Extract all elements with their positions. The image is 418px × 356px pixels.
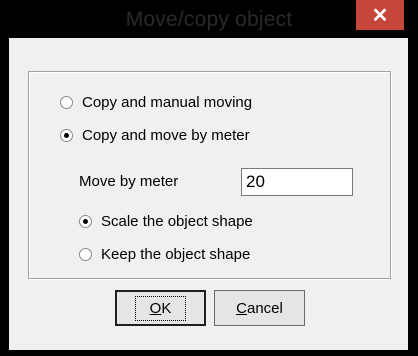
ok-button[interactable]: OK: [115, 290, 206, 326]
dialog-window: Move/copy object ✕ Copy and manual movin…: [0, 0, 418, 356]
radio-scale-shape[interactable]: Scale the object shape: [79, 213, 253, 230]
ok-button-label: OK: [134, 295, 187, 321]
radio-copy-meter[interactable]: Copy and move by meter: [60, 127, 250, 144]
cancel-button[interactable]: Cancel: [214, 290, 305, 326]
ok-mnemonic: O: [149, 299, 162, 317]
radio-button-checked-icon[interactable]: [60, 129, 73, 142]
cancel-mnemonic: C: [236, 299, 247, 317]
close-icon: ✕: [371, 4, 389, 27]
meter-input[interactable]: [241, 168, 353, 196]
radio-copy-meter-label: Copy and move by meter: [82, 127, 250, 144]
radio-copy-manual-label: Copy and manual moving: [82, 94, 253, 111]
radio-button-checked-icon[interactable]: [79, 215, 92, 228]
cancel-label-rest: ancel: [246, 299, 283, 317]
radio-copy-manual[interactable]: Copy and manual moving: [60, 94, 252, 111]
radio-button-icon[interactable]: [79, 248, 92, 261]
close-button[interactable]: ✕: [356, 0, 404, 30]
radio-keep-shape[interactable]: Keep the object shape: [79, 246, 250, 263]
radio-keep-shape-label: Keep the object shape: [101, 246, 251, 263]
radio-scale-shape-label: Scale the object shape: [101, 213, 253, 230]
ok-label-rest: K: [161, 299, 172, 317]
title-bar[interactable]: Move/copy object ✕: [0, 0, 418, 38]
radio-button-icon[interactable]: [60, 96, 73, 109]
meter-label: Move by meter: [79, 173, 179, 190]
cancel-button-label: Cancel: [236, 300, 283, 317]
